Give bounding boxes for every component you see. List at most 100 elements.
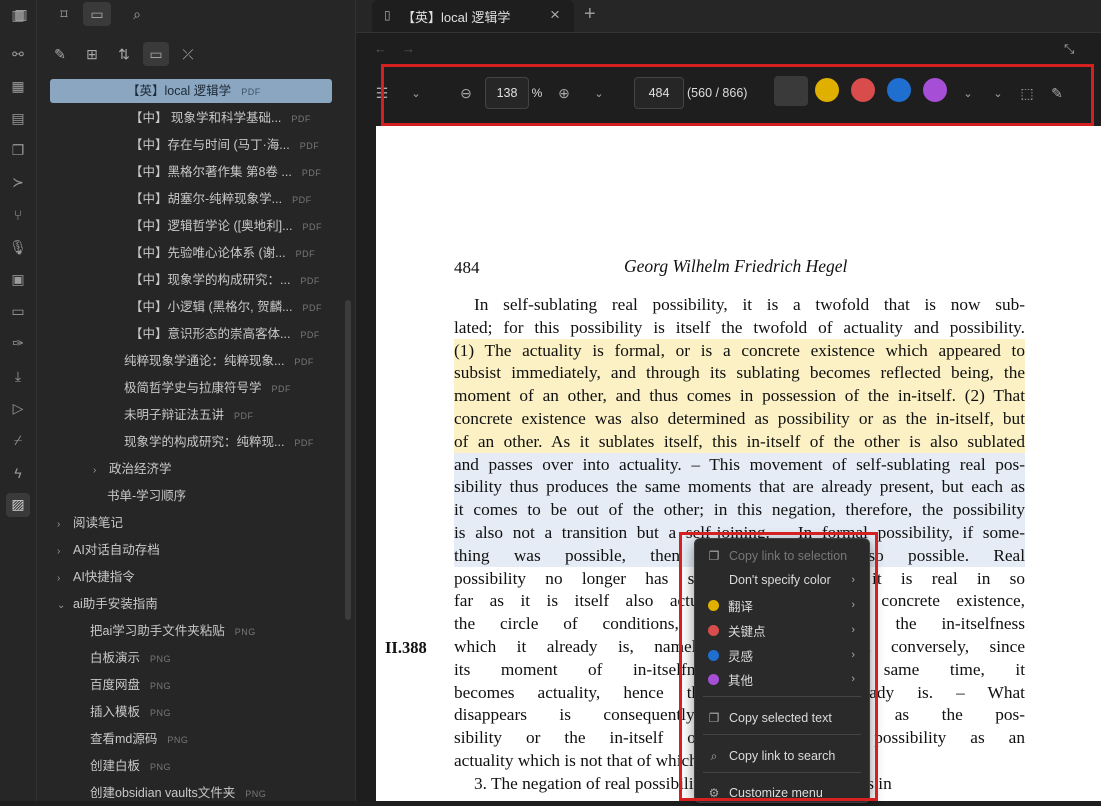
text-line[interactable]: lated; for this possibility is itself th…: [454, 316, 1025, 339]
graph-icon[interactable]: ⚯: [6, 42, 30, 66]
tree-file[interactable]: 【中】胡塞尔-纯粹现象学... PDF: [130, 187, 312, 211]
chevron-down-icon[interactable]: ⌄: [57, 594, 69, 618]
tree-file[interactable]: 【中】小逻辑 (黑格尔, 贺麟... PDF: [130, 295, 322, 319]
text-line[interactable]: moment of an other, and thus comes in po…: [454, 384, 1025, 408]
file-extension-badge: PDF: [234, 411, 254, 421]
tree-file[interactable]: 【中】现象学的构成研究：... PDF: [130, 268, 320, 292]
tree-file[interactable]: 把ai学习助手文件夹粘贴 PNG: [90, 619, 256, 643]
clipboard-icon[interactable]: ▨: [6, 492, 30, 517]
collapse-view-icon[interactable]: ▭: [143, 42, 169, 66]
tree-file[interactable]: 未明子辩证法五讲 PDF: [124, 403, 254, 427]
file-extension-badge: PDF: [301, 168, 322, 178]
tree-file[interactable]: 纯粹现象学通论：纯粹现象... PDF: [124, 349, 314, 373]
text-line[interactable]: (1) The actuality is formal, or is a con…: [454, 338, 1025, 362]
tree-folder[interactable]: › AI快捷指令: [57, 565, 135, 589]
tab-active[interactable]: ▯ 【英】local 逻辑学 ×: [372, 0, 574, 32]
git-icon[interactable]: ⑂: [6, 203, 30, 227]
tree-folder[interactable]: › 阅读笔记: [57, 511, 123, 535]
grid-icon[interactable]: ▦: [6, 74, 30, 98]
tree-file[interactable]: 白板演示 PNG: [90, 646, 171, 670]
more-options-icon[interactable]: ⤡: [1064, 41, 1074, 57]
sidebar-icon[interactable]: ▥: [7, 2, 35, 26]
lightning-icon[interactable]: ϟ: [6, 461, 30, 485]
chevron-right-icon[interactable]: ›: [93, 459, 105, 483]
sort-icon[interactable]: ⇅: [111, 42, 137, 66]
brush-icon[interactable]: ✑: [6, 332, 30, 356]
tree-label: ai助手安装指南: [73, 597, 158, 611]
tree-file[interactable]: 【中】先验唯心论体系 (谢... PDF: [130, 241, 315, 265]
tree-label: 极简哲学史与拉康符号学: [124, 381, 262, 395]
chevron-right-icon[interactable]: ›: [57, 567, 69, 591]
tree-label: 现象学的构成研究：纯粹现...: [124, 435, 285, 449]
terminal-icon[interactable]: ≻: [6, 171, 30, 195]
tree-file[interactable]: 插入模板 PNG: [90, 700, 171, 724]
margin-reference: II.388: [385, 638, 427, 657]
tree-label: AI快捷指令: [73, 570, 135, 584]
file-extension-badge: PDF: [291, 114, 311, 124]
highlight-annotation-box: [381, 64, 1094, 126]
text-line[interactable]: it comes to be out of the other; in this…: [454, 498, 1025, 522]
file-explorer-scrollbar[interactable]: [345, 300, 351, 620]
collapse-all-icon[interactable]: ⤫: [175, 42, 201, 66]
tree-folder[interactable]: › 政治经济学: [93, 457, 172, 481]
text-line[interactable]: subsist immediately, and through its sub…: [454, 361, 1025, 385]
tree-file[interactable]: 查看md源码 PNG: [90, 727, 188, 751]
tree-label: 【中】逻辑哲学论 ([奥地利]...: [130, 219, 293, 233]
copy-icon[interactable]: ❐: [6, 139, 30, 163]
file-extension-badge: PDF: [300, 276, 320, 286]
tree-label: 【中】现象学的构成研究：...: [130, 273, 291, 287]
file-extension-badge: PDF: [302, 303, 323, 313]
tree-folder[interactable]: › AI对话自动存档: [57, 538, 160, 562]
ribbon: ▥ ⚯ ▦ ▤ ❐ ≻ ⑂ 🎙 ▣ ▭ ✑ ⤓ ▷ ⌿ ϟ ▨: [0, 0, 37, 801]
tree-label: 书单-学习顺序: [107, 489, 187, 503]
comment-icon[interactable]: ▭: [6, 300, 30, 324]
tree-file[interactable]: 【中】黑格尔著作集 第8卷 ... PDF: [130, 160, 321, 184]
new-folder-icon[interactable]: ⊞: [79, 42, 105, 66]
file-extension-badge: PDF: [299, 141, 320, 151]
file-extension-badge: PDF: [294, 357, 314, 367]
calendar-icon[interactable]: ▤: [6, 106, 30, 130]
layout-icon[interactable]: ▣: [6, 267, 30, 291]
tree-label: 未明子辩证法五讲: [124, 408, 225, 422]
chevron-right-icon[interactable]: ›: [57, 513, 69, 537]
microphone-icon[interactable]: 🎙: [6, 235, 30, 259]
file-extension-badge: PNG: [245, 789, 267, 799]
tree-file[interactable]: 【中】意识形态的崇高客体... PDF: [130, 322, 320, 346]
download-icon[interactable]: ⤓: [6, 364, 30, 388]
tree-label: 【英】local 逻辑学: [127, 84, 232, 98]
tree-file[interactable]: 【中】 现象学和科学基础... PDF: [130, 106, 311, 130]
text-line[interactable]: In self-sublating real possibility, it i…: [454, 293, 1025, 316]
tree-label: 政治经济学: [109, 462, 172, 476]
tree-label: 白板演示: [90, 651, 141, 665]
text-line[interactable]: of an other. As it sublates itself, this…: [454, 429, 1025, 453]
tree-label: 【中】 现象学和科学基础...: [130, 111, 282, 125]
bookmark-icon[interactable]: ⌑: [50, 2, 78, 26]
chevron-right-icon[interactable]: ›: [57, 540, 69, 564]
tree-file[interactable]: 书单-学习顺序: [107, 484, 186, 508]
tree-file[interactable]: 现象学的构成研究：纯粹现... PDF: [124, 430, 314, 454]
forward-arrow-icon[interactable]: →: [402, 41, 415, 56]
back-arrow-icon[interactable]: ←: [374, 41, 387, 56]
tree-file[interactable]: 【英】local 逻辑学 PDF: [50, 79, 332, 103]
tree-folder[interactable]: ⌄ ai助手安装指南: [57, 592, 158, 616]
play-icon[interactable]: ▷: [6, 396, 30, 420]
search-icon[interactable]: ⌕: [123, 2, 151, 26]
text-line[interactable]: and passes over into actuality. – This m…: [454, 452, 1025, 476]
tree-file[interactable]: 【中】逻辑哲学论 ([奥地利]... PDF: [130, 214, 322, 238]
file-extension-badge: PNG: [150, 762, 172, 772]
text-line[interactable]: concrete existence was also determined a…: [454, 407, 1025, 430]
tree-label: 把ai学习助手文件夹粘贴: [90, 624, 225, 638]
tree-file[interactable]: 极简哲学史与拉康符号学 PDF: [124, 376, 291, 400]
tree-file[interactable]: 创建白板 PNG: [90, 754, 171, 778]
new-tab-button[interactable]: +: [584, 3, 596, 26]
new-note-icon[interactable]: ✎: [47, 42, 73, 66]
tree-file[interactable]: 【中】存在与时间 (马丁·海... PDF: [130, 133, 319, 157]
broom-icon[interactable]: ⌿: [6, 428, 30, 452]
tree-file[interactable]: 百度网盘 PNG: [90, 673, 171, 697]
tree-file[interactable]: 创建obsidian vaults文件夹 PNG: [90, 781, 266, 805]
text-line[interactable]: sibility thus produces the same moments …: [454, 475, 1025, 499]
close-icon[interactable]: ×: [550, 5, 560, 25]
tree-label: 【中】存在与时间 (马丁·海...: [130, 138, 290, 152]
file-extension-badge: PDF: [302, 222, 323, 232]
folder-icon[interactable]: ▭: [83, 2, 111, 26]
